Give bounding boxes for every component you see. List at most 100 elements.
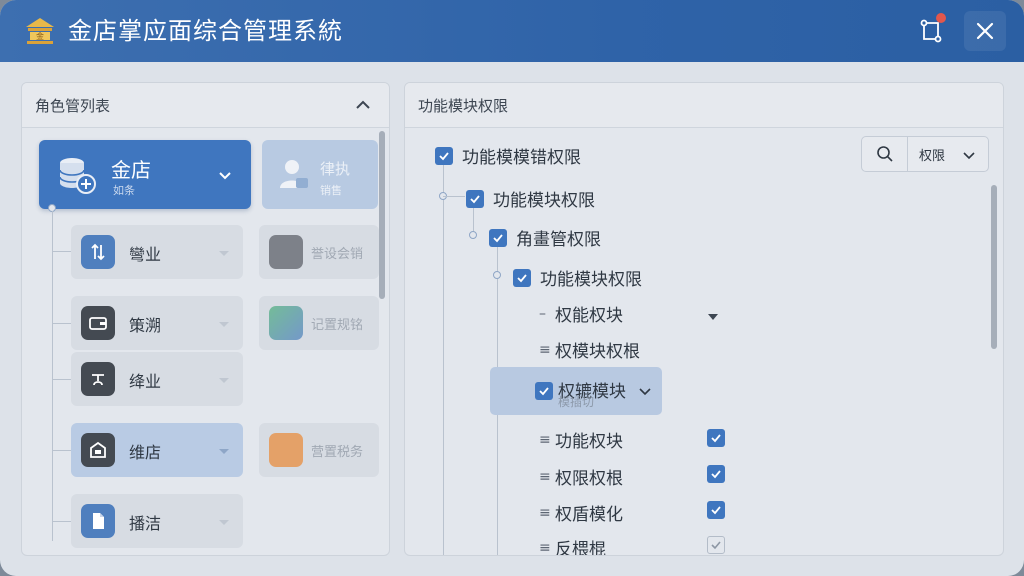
close-button[interactable] [964,11,1006,51]
dragged-tree-node[interactable]: 权辘模块 模插切 [490,367,662,415]
leaf-bullet: ≡ [539,468,551,485]
dragged-node-sub: 模插切 [558,395,595,409]
tap-icon [81,362,115,396]
caret-down-icon[interactable] [707,307,719,326]
permission-filter[interactable]: 权限 [861,136,989,172]
tree-row-level2[interactable]: 角畫管权限 [489,225,601,250]
checkbox-checked[interactable] [707,429,725,447]
role-list-scrollbar[interactable] [379,131,385,299]
role-item-label: 播洁 [129,514,162,533]
role-item[interactable]: 彎业 [71,225,243,279]
document-icon [81,504,115,538]
tree-line [52,379,71,380]
tree-leaf[interactable]: ≡ 权盾模化 [539,500,623,526]
permission-panel: 功能模块权限 权限 功能模模错权限 功能模块权限 角畫管权限 功能模块权限 – … [404,82,1004,556]
role-item-selected[interactable]: 维店 [71,423,243,477]
role-card-gold-store[interactable]: 金店 如条 [39,140,251,209]
leaf-bullet: ≡ [539,504,551,521]
tree-leaf[interactable]: ≡ 功能权块 [539,427,623,453]
tree-row-label: 功能模块权限 [540,270,642,290]
ghost-role-item[interactable]: 誉设会销 [259,225,379,279]
leaf-bullet: ≡ [539,341,551,358]
chevron-down-icon[interactable] [962,147,976,161]
palette-icon [269,306,303,340]
chevron-down-icon[interactable] [217,514,231,528]
filter-value: 权限 [919,149,946,164]
permission-title: 功能模块权限 [418,97,509,115]
tree-leaf[interactable]: ≡ 权限权根 [539,464,623,490]
role-item[interactable]: 绛业 [71,352,243,406]
tag-icon [269,433,303,467]
collapse-button[interactable] [351,93,375,117]
role-card-name: 金店 [111,158,151,182]
chevron-down-icon[interactable] [217,443,231,457]
app-title: 金店掌应面综合管理系統 [68,17,343,45]
tree-row-label: 功能模模错权限 [462,148,581,168]
ghost-role-item[interactable]: 营置税务 [259,423,379,477]
tree-leaf-label: 权模块权根 [555,342,640,362]
leaf-bullet: ≡ [539,539,551,556]
chevron-up-icon [356,100,370,109]
tree-leaf-label: 权限权根 [555,469,623,489]
ghost-card-sub: 销售 [320,184,342,197]
tree-leaf-label: 反椳棍 [555,540,606,556]
database-add-icon [57,155,97,195]
checkbox-checked[interactable] [489,228,507,247]
chevron-down-icon[interactable] [217,167,233,183]
title-bar: 金 金店掌应面综合管理系統 [0,0,1024,62]
ghost-role-label: 记置规铭 [311,318,364,333]
checkbox-checked[interactable] [435,146,453,165]
role-card-ghost[interactable]: 律执 销售 [262,140,378,209]
bank-logo-icon: 金 [24,14,56,46]
permission-scrollbar[interactable] [991,185,997,349]
transfer-icon [81,235,115,269]
search-button[interactable] [862,137,908,171]
tree-leaf[interactable]: ≡ 反椳棍 [539,535,606,556]
checkbox-checked[interactable] [535,382,553,400]
wallet-icon [81,306,115,340]
chevron-down-icon[interactable] [638,383,652,397]
ghost-card-name: 律执 [320,160,351,178]
tree-row-root[interactable]: 功能模模错权限 [435,143,581,168]
tree-leaf[interactable]: – 权能权块 [539,301,623,327]
notification-dot [936,13,946,23]
role-item[interactable]: 播洁 [71,494,243,548]
role-list-header: 角色管列表 [22,83,389,128]
ghost-role-label: 营置税务 [311,445,364,460]
role-item-label: 维店 [129,443,162,462]
checkbox-checked[interactable] [707,465,725,483]
tree-row-level3[interactable]: 功能模块权限 [513,265,642,290]
chevron-down-icon[interactable] [217,245,231,259]
search-icon [876,146,893,162]
leaf-bullet: ≡ [539,431,551,448]
document-icon [269,235,303,269]
role-list-panel: 角色管列表 金店 如条 律执 销售 彎业 策溯 绛业 维店 播洁 誉设会销 记置… [21,82,390,556]
tree-line [443,196,465,197]
role-item-label: 绛业 [129,372,162,391]
checkbox-checked[interactable] [466,189,484,208]
route-button[interactable] [910,11,952,51]
checkbox-checked[interactable] [513,268,531,287]
tree-leaf[interactable]: ≡ 权模块权根 [539,337,640,363]
tree-row-label: 角畫管权限 [516,230,601,250]
role-item[interactable]: 策溯 [71,296,243,350]
tree-node-dot [493,271,501,279]
user-lock-icon [276,156,312,192]
svg-text:金: 金 [36,31,44,41]
tree-row-level1[interactable]: 功能模块权限 [466,186,595,211]
tree-line [52,211,53,541]
chevron-down-icon[interactable] [217,372,231,386]
close-icon [976,22,994,40]
ghost-role-item[interactable]: 记置规铭 [259,296,379,350]
tree-line [52,450,71,451]
tree-leaf-label: 权盾模化 [555,505,623,525]
checkbox-partial[interactable] [707,536,725,554]
permission-header: 功能模块权限 [405,83,1003,128]
tree-line [52,323,71,324]
role-item-label: 策溯 [129,316,162,335]
role-card-sub: 如条 [113,184,135,197]
role-item-label: 彎业 [129,245,162,264]
checkbox-checked[interactable] [707,501,725,519]
tree-line [443,163,444,555]
chevron-down-icon[interactable] [217,316,231,330]
